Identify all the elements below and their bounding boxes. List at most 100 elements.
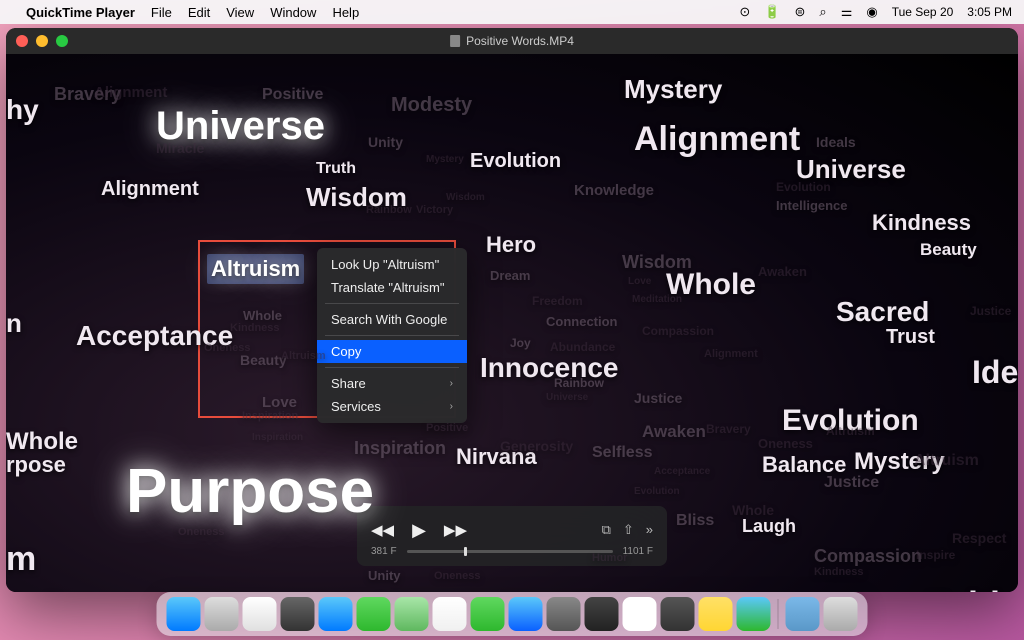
battery-icon[interactable]: 🔋	[764, 4, 780, 20]
video-word: Inspire	[916, 548, 955, 562]
siri-icon[interactable]: ◉	[866, 4, 877, 20]
video-word: Humor	[592, 552, 627, 564]
dock-app-mail[interactable]	[319, 597, 353, 631]
video-word: Kindness	[814, 566, 864, 578]
menubar-time[interactable]: 3:05 PM	[967, 5, 1012, 19]
video-word: Mystery	[426, 154, 464, 165]
video-word: Knowledge	[574, 182, 654, 199]
video-word: Kindness	[872, 210, 971, 236]
menubar-date[interactable]: Tue Sep 20	[892, 5, 954, 19]
more-button[interactable]: »	[646, 522, 653, 538]
video-word: m	[6, 540, 36, 579]
dock-app-appstore[interactable]	[509, 597, 543, 631]
video-word: Alignment	[94, 84, 167, 101]
selected-text[interactable]: Altruism	[207, 254, 304, 284]
dock-app-notes[interactable]	[699, 597, 733, 631]
video-word: Alignment	[634, 120, 800, 159]
share-button[interactable]: ⇧	[623, 522, 634, 538]
minimize-button[interactable]	[36, 35, 48, 47]
timeline-track[interactable]	[407, 550, 613, 553]
search-icon[interactable]: ⌕	[819, 4, 826, 20]
video-word: Inspiration	[242, 410, 298, 422]
control-center-icon[interactable]: ⚌	[841, 4, 853, 20]
dock	[157, 592, 868, 636]
video-word: Purpose	[46, 588, 134, 592]
video-word: n	[6, 308, 22, 339]
video-word: Whole	[243, 308, 282, 323]
playhead[interactable]	[464, 547, 467, 556]
ctx-copy[interactable]: Copy	[317, 340, 467, 363]
menu-file[interactable]: File	[151, 5, 172, 20]
dock-app-git[interactable]	[661, 597, 695, 631]
ctx-separator	[325, 367, 459, 368]
fullscreen-button[interactable]	[56, 35, 68, 47]
dock-app-chrome[interactable]	[623, 597, 657, 631]
menu-help[interactable]: Help	[332, 5, 359, 20]
video-word: Oneness	[204, 342, 250, 354]
video-word: Acceptance	[654, 466, 710, 477]
ctx-services[interactable]: Services›	[317, 395, 467, 418]
menu-view[interactable]: View	[226, 5, 254, 20]
traffic-lights	[16, 35, 68, 47]
document-icon	[450, 35, 460, 47]
video-word: Intelligence	[776, 198, 848, 213]
app-name[interactable]: QuickTime Player	[26, 5, 135, 20]
dock-app-safari[interactable]	[243, 597, 277, 631]
menubar: QuickTime Player File Edit View Window H…	[0, 0, 1024, 24]
video-word: Compassion	[642, 324, 714, 338]
dock-app-maps[interactable]	[395, 597, 429, 631]
ctx-share[interactable]: Share›	[317, 372, 467, 395]
video-word: Awaken	[758, 264, 807, 279]
menu-edit[interactable]: Edit	[188, 5, 210, 20]
dock-trash[interactable]	[824, 597, 858, 631]
menu-window[interactable]: Window	[270, 5, 316, 20]
video-word: Altruism	[281, 350, 326, 362]
dock-folder[interactable]	[786, 597, 820, 631]
video-word: Ide	[972, 354, 1018, 391]
video-word: Alignment	[704, 348, 758, 360]
video-word: Joy	[510, 336, 531, 350]
video-word: Unity	[368, 134, 403, 150]
play-button[interactable]: ▶	[412, 520, 426, 541]
dock-app-messages[interactable]	[357, 597, 391, 631]
dock-app-launchpad[interactable]	[205, 597, 239, 631]
ctx-separator	[325, 335, 459, 336]
ctx-translate[interactable]: Translate "Altruism"	[317, 276, 467, 299]
video-word: Evolution	[776, 180, 831, 194]
video-word: Altruism	[826, 424, 875, 438]
video-word: hy	[6, 94, 39, 126]
chevron-right-icon: ›	[450, 378, 453, 389]
video-word: Compassion	[814, 546, 922, 567]
dock-app-edge[interactable]	[737, 597, 771, 631]
video-word: Inspiration	[252, 432, 303, 443]
forward-button[interactable]: ▶▶	[444, 521, 467, 539]
video-word: Bliss	[676, 512, 714, 530]
video-word: Evolution	[470, 150, 561, 173]
video-word: Respect	[952, 530, 1006, 546]
video-word: Bravery	[706, 422, 751, 436]
dock-app-finder[interactable]	[167, 597, 201, 631]
window-title-text: Positive Words.MP4	[466, 34, 574, 48]
video-icon[interactable]: ⊙	[739, 4, 750, 20]
titlebar[interactable]: Positive Words.MP4	[6, 28, 1018, 54]
pip-button[interactable]: ⧉	[602, 522, 611, 538]
dock-app-settings[interactable]	[281, 597, 315, 631]
dock-app-qt[interactable]	[585, 597, 619, 631]
dock-app-photos[interactable]	[433, 597, 467, 631]
video-word: Positive	[262, 86, 323, 104]
video-word: Hero	[486, 232, 536, 258]
video-word: Rainbow	[366, 204, 412, 216]
video-canvas[interactable]: Altruism Look Up "Altruism" Translate "A…	[6, 54, 1018, 592]
close-button[interactable]	[16, 35, 28, 47]
video-word: Unity	[368, 568, 401, 583]
video-word: Kindness	[230, 322, 280, 334]
ctx-search[interactable]: Search With Google	[317, 308, 467, 331]
rewind-button[interactable]: ◀◀	[371, 521, 394, 539]
ctx-lookup[interactable]: Look Up "Altruism"	[317, 253, 467, 276]
video-word: Purpose	[126, 456, 374, 527]
wifi-icon[interactable]: ⊜	[795, 4, 806, 20]
video-word: Modesty	[391, 94, 472, 117]
dock-app-prefs[interactable]	[547, 597, 581, 631]
dock-app-facetime[interactable]	[471, 597, 505, 631]
video-word: Meditation	[632, 294, 682, 305]
